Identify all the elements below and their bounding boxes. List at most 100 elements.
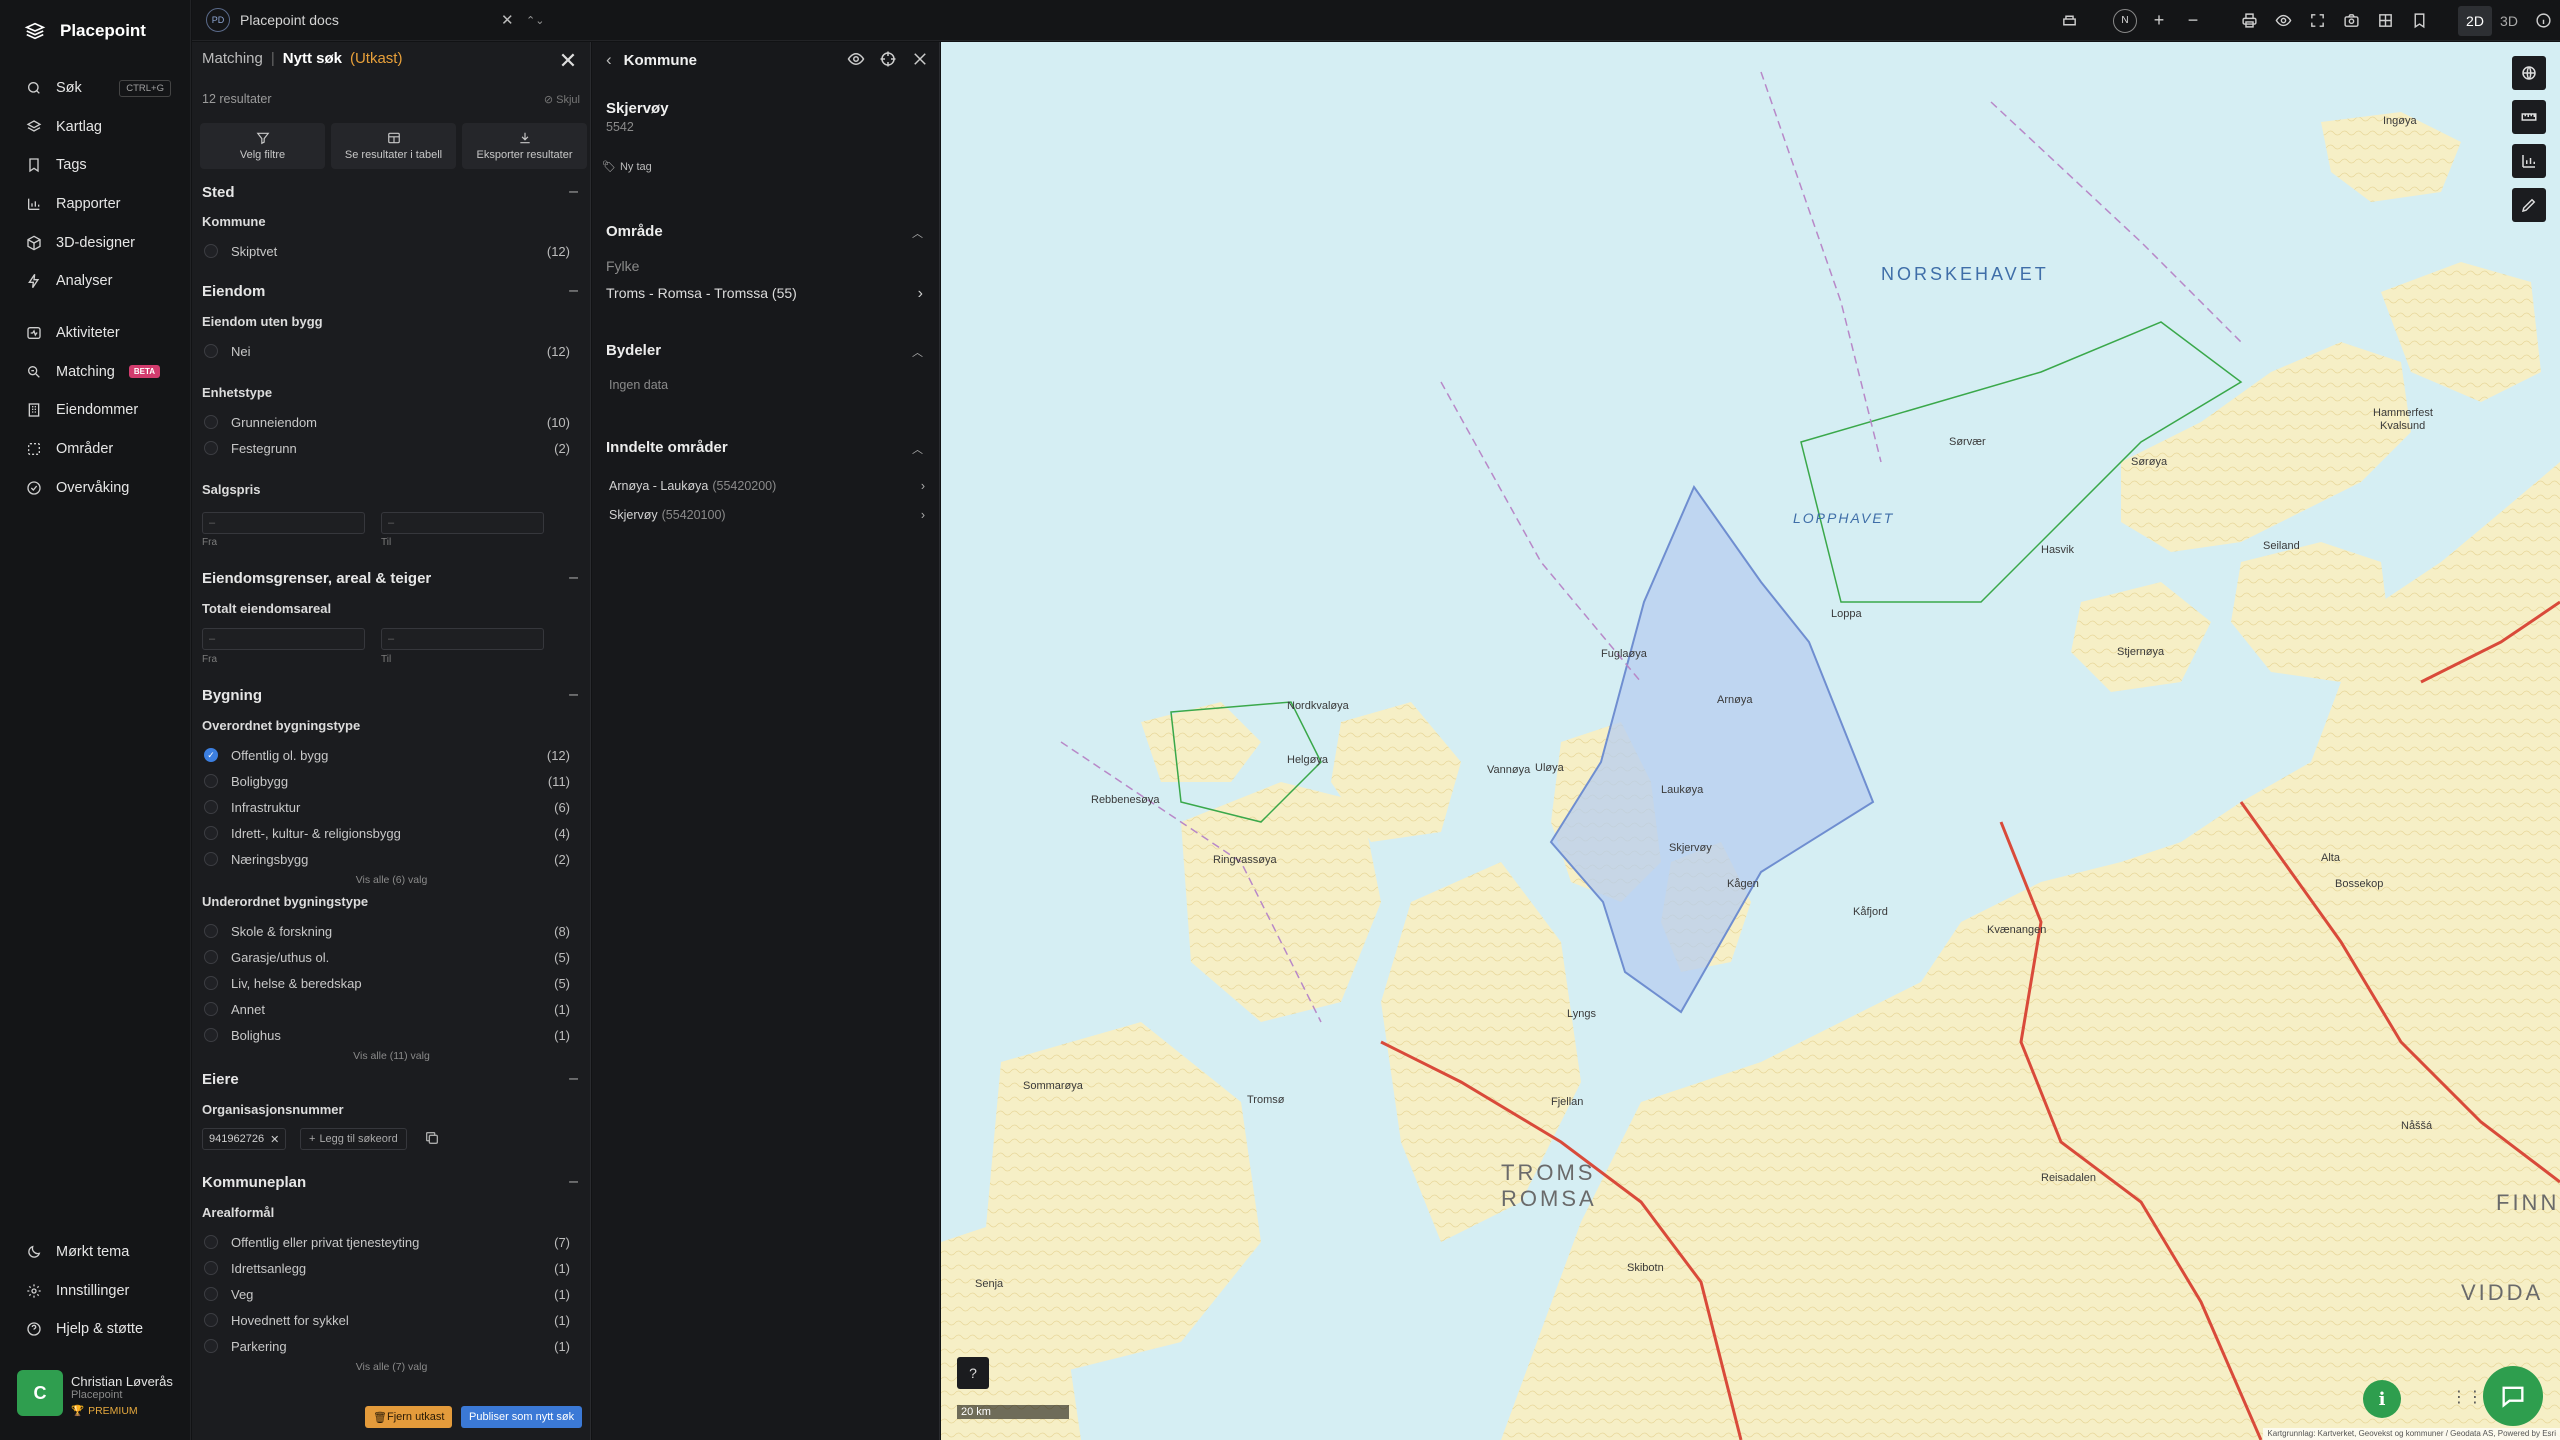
section-grenser[interactable]: Eiendomsgrenser, areal & teiger bbox=[202, 570, 431, 587]
nav-item-analyser[interactable]: Analyser bbox=[0, 262, 191, 301]
mode-2d-button[interactable]: 2D bbox=[2458, 5, 2492, 36]
collapse-icon[interactable]: – bbox=[569, 686, 578, 704]
remove-draft-button[interactable]: 🗑 Fjern utkast bbox=[365, 1406, 453, 1428]
checkbox[interactable] bbox=[204, 774, 218, 788]
checkbox[interactable] bbox=[204, 415, 218, 429]
fullscreen-button[interactable] bbox=[2300, 0, 2334, 41]
back-icon[interactable]: ‹ bbox=[606, 50, 612, 70]
bookmark-button[interactable] bbox=[2402, 0, 2436, 41]
document-selector[interactable]: PD Placepoint docs ✕ ⌃⌄ bbox=[206, 7, 544, 33]
new-tag-button[interactable]: 🏷 Ny tag bbox=[602, 160, 652, 174]
checkbox[interactable] bbox=[204, 950, 218, 964]
close-panel-button[interactable]: ✕ bbox=[556, 48, 580, 74]
show-all-link[interactable]: Vis alle (11) valg bbox=[192, 1050, 591, 1062]
mode-3d-button[interactable]: 3D bbox=[2492, 6, 2526, 36]
filter-option[interactable]: Festegrunn (2) bbox=[204, 438, 570, 458]
area-to-input[interactable]: – bbox=[381, 628, 544, 650]
nav-item-tags[interactable]: Tags bbox=[0, 146, 191, 185]
app-logo[interactable]: Placepoint bbox=[24, 20, 146, 42]
section-bydeler[interactable]: Bydeler bbox=[606, 342, 661, 359]
filter-option[interactable]: Boligbygg (11) bbox=[204, 771, 570, 791]
section-inndelte[interactable]: Inndelte områder bbox=[606, 439, 728, 456]
nav-item-rapporter[interactable]: Rapporter bbox=[0, 185, 191, 224]
area-from-input[interactable]: – bbox=[202, 628, 365, 650]
filter-option[interactable]: Veg (1) bbox=[204, 1284, 570, 1304]
nav-item-help[interactable]: Hjelp & støtte bbox=[0, 1310, 191, 1349]
checkbox[interactable] bbox=[204, 1261, 218, 1275]
checkbox[interactable] bbox=[204, 1002, 218, 1016]
target-icon[interactable] bbox=[879, 50, 897, 68]
filter-option[interactable]: Nei (12) bbox=[204, 341, 570, 361]
nav-item-omrader[interactable]: Områder bbox=[0, 430, 191, 469]
view-button[interactable] bbox=[2266, 0, 2300, 41]
nav-item-3d-designer[interactable]: 3D-designer bbox=[0, 223, 191, 262]
nav-item-matching[interactable]: Matching BETA bbox=[0, 353, 191, 392]
sub-area-item[interactable]: Arnøya - Laukøya (55420200) › bbox=[609, 479, 925, 493]
filter-option[interactable]: Offentlig eller privat tjenesteyting (7) bbox=[204, 1232, 570, 1252]
checkbox[interactable] bbox=[204, 1235, 218, 1249]
chevron-up-icon[interactable]: ︿ bbox=[912, 441, 923, 457]
filter-option[interactable]: Næringsbygg (2) bbox=[204, 849, 570, 869]
zoom-in-button[interactable]: + bbox=[2142, 0, 2176, 41]
collapse-icon[interactable]: – bbox=[569, 569, 578, 587]
section-eiere[interactable]: Eiere bbox=[202, 1071, 239, 1088]
checkbox[interactable] bbox=[204, 1339, 218, 1353]
section-sted[interactable]: Sted bbox=[202, 184, 235, 201]
checkbox[interactable] bbox=[204, 826, 218, 840]
user-profile[interactable]: C Christian Løverås Placepoint 🏆 PREMIUM bbox=[17, 1370, 173, 1417]
checkbox[interactable] bbox=[204, 800, 218, 814]
section-omrade[interactable]: Område bbox=[606, 223, 663, 240]
layer-picker-button[interactable] bbox=[2512, 56, 2546, 90]
filter-option[interactable]: Parkering (1) bbox=[204, 1336, 570, 1356]
map-view[interactable]: NORSKEHAVET LOPPHAVET TROMS ROMSA FINNM … bbox=[941, 42, 2560, 1440]
filter-option[interactable]: Bolighus (1) bbox=[204, 1025, 570, 1045]
nav-item-aktiviteter[interactable]: Aktiviteter bbox=[0, 314, 191, 353]
collapse-icon[interactable]: – bbox=[569, 1173, 578, 1191]
checkbox[interactable] bbox=[204, 344, 218, 358]
clear-icon[interactable]: ✕ bbox=[501, 11, 514, 29]
print-button[interactable] bbox=[2232, 0, 2266, 41]
price-from-input[interactable]: – bbox=[202, 512, 365, 534]
filter-option[interactable]: ✓ Offentlig ol. bygg (12) bbox=[204, 745, 570, 765]
eye-icon[interactable] bbox=[847, 50, 865, 68]
checkbox[interactable] bbox=[204, 1313, 218, 1327]
checkbox[interactable] bbox=[204, 244, 218, 258]
chevron-up-icon[interactable]: ︿ bbox=[912, 344, 923, 360]
grid-handle-icon[interactable]: ⋮⋮ bbox=[2451, 1387, 2483, 1407]
collapse-icon[interactable]: – bbox=[569, 282, 578, 300]
map-help-button[interactable]: ? bbox=[957, 1357, 989, 1389]
view-table-button[interactable]: Se resultater i tabell bbox=[331, 123, 456, 169]
nav-item-overvaking[interactable]: Overvåking bbox=[0, 468, 191, 507]
checkbox-checked[interactable]: ✓ bbox=[204, 748, 218, 762]
filter-option[interactable]: Garasje/uthus ol. (5) bbox=[204, 947, 570, 967]
nav-item-dark-theme[interactable]: Mørkt tema bbox=[0, 1233, 191, 1272]
filter-option[interactable]: Grunneiendom (10) bbox=[204, 412, 570, 432]
chevron-right-icon[interactable]: › bbox=[918, 285, 923, 303]
info-button[interactable] bbox=[2526, 0, 2560, 41]
nav-item-settings[interactable]: Innstillinger bbox=[0, 1272, 191, 1311]
checkbox[interactable] bbox=[204, 441, 218, 455]
choose-filters-button[interactable]: Velg filtre bbox=[200, 123, 325, 169]
checkbox[interactable] bbox=[204, 976, 218, 990]
collapse-icon[interactable]: – bbox=[569, 1070, 578, 1088]
fylke-value[interactable]: Troms - Romsa - Tromssa (55) bbox=[606, 285, 797, 301]
statistics-button[interactable] bbox=[2512, 144, 2546, 178]
filter-option[interactable]: Idrettsanlegg (1) bbox=[204, 1258, 570, 1278]
checkbox[interactable] bbox=[204, 1028, 218, 1042]
filter-option[interactable]: Liv, helse & beredskap (5) bbox=[204, 973, 570, 993]
checkbox[interactable] bbox=[204, 1287, 218, 1301]
keyword-tag[interactable]: 941962726 ✕ bbox=[202, 1128, 287, 1150]
screenshot-button[interactable] bbox=[2334, 0, 2368, 41]
measure-button[interactable] bbox=[2512, 100, 2546, 134]
show-all-link[interactable]: Vis alle (7) valg bbox=[192, 1361, 591, 1373]
draw-button[interactable] bbox=[2512, 188, 2546, 222]
checkbox[interactable] bbox=[204, 924, 218, 938]
sub-area-item[interactable]: Skjervøy (55420100) › bbox=[609, 508, 925, 522]
remove-tag-icon[interactable]: ✕ bbox=[270, 1133, 279, 1146]
show-all-link[interactable]: Vis alle (6) valg bbox=[192, 874, 591, 886]
chat-button[interactable] bbox=[2483, 1366, 2543, 1426]
chevron-updown-icon[interactable]: ⌃⌄ bbox=[526, 14, 544, 27]
close-icon[interactable] bbox=[911, 50, 929, 68]
breadcrumb-matching[interactable]: Matching bbox=[202, 50, 263, 67]
chevron-up-icon[interactable]: ︿ bbox=[912, 225, 923, 241]
